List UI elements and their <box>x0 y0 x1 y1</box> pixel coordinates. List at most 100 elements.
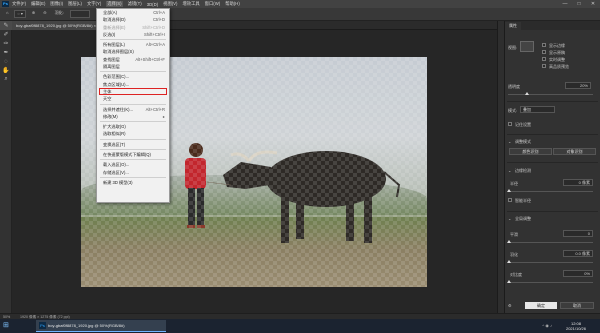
radius-slider-knob[interactable] <box>507 189 511 192</box>
pen-icon[interactable]: ✒ <box>0 48 12 57</box>
maximize-icon[interactable]: □ <box>572 0 586 8</box>
radius-slider[interactable] <box>508 191 593 192</box>
menu-separator <box>100 39 166 41</box>
opacity-input[interactable]: 20% <box>565 82 591 89</box>
smart-radius-checkbox[interactable] <box>508 198 512 202</box>
menu-separator <box>100 176 166 178</box>
menu-item[interactable]: 所有图层(L) Alt+Ctrl+A <box>97 41 169 48</box>
show-edges-checkbox[interactable] <box>542 43 546 47</box>
menu-item[interactable]: 查找图层 Alt+Shift+Ctrl+F <box>97 56 169 63</box>
menu-type[interactable]: 文字(Y) <box>87 1 101 7</box>
settings-icon[interactable]: ⚙ <box>508 303 512 308</box>
minimize-icon[interactable]: — <box>558 0 572 8</box>
menu-3d[interactable]: 3D(D) <box>147 2 158 7</box>
menu-item[interactable]: 取消选择图层(S) <box>97 48 169 55</box>
menu-separator <box>100 149 166 151</box>
document-tab[interactable]: boy-gbaf0f8878_1920.jpg @ 50%(RGB/8#) × <box>12 21 101 30</box>
menu-view[interactable]: 视图(V) <box>163 1 177 7</box>
menu-item-label: 主体 <box>103 88 112 94</box>
refine-mode-header[interactable]: 调整模式 <box>515 139 531 145</box>
menu-item-shortcut: Alt+Ctrl+R <box>145 106 165 112</box>
menu-item[interactable]: 在快速蒙版模式下编辑(Q) <box>97 151 169 158</box>
menu-item[interactable]: 取消选择(D) Ctrl+D <box>97 16 169 23</box>
menu-item-label: 查找图层 <box>103 56 120 62</box>
menu-item[interactable]: 选取相似(R) <box>97 130 169 137</box>
close-icon[interactable]: ✕ <box>586 0 600 8</box>
menu-item[interactable]: 新建 3D 模型(3) <box>97 179 169 186</box>
menu-plugins[interactable]: 增效工具 <box>182 1 199 7</box>
smooth-slider-knob[interactable] <box>507 240 511 243</box>
brush-icon[interactable]: ✐ <box>0 30 12 39</box>
menu-filter[interactable]: 滤镜(T) <box>128 1 142 7</box>
home-icon[interactable]: ⌂ <box>4 10 10 18</box>
menu-layer[interactable]: 图层(L) <box>68 1 82 7</box>
refine-brush-icon[interactable]: ✑ <box>0 39 12 48</box>
system-tray-icons[interactable]: ^ ◉ ♪ <box>542 323 552 328</box>
taskbar-photoshop-item[interactable]: Ps boy-gbaf0f8878_1920.jpg @ 50%(RGB/8#) <box>36 320 166 332</box>
menu-help[interactable]: 帮助(H) <box>225 1 240 7</box>
contrast-slider-knob[interactable] <box>507 280 511 283</box>
remember-setting-checkbox[interactable] <box>508 122 512 126</box>
menu-item[interactable]: 天空 <box>97 95 169 102</box>
opacity-slider-knob[interactable] <box>525 92 529 95</box>
feather-slider-knob[interactable] <box>507 260 511 263</box>
add-to-selection-icon[interactable]: ⊕ <box>30 10 37 18</box>
menu-item[interactable]: 全部(A) Ctrl+A <box>97 9 169 16</box>
canvas-area[interactable] <box>12 30 497 313</box>
feather-slider[interactable] <box>508 262 593 263</box>
windows-taskbar: ⊞ Ps boy-gbaf0f8878_1920.jpg @ 50%(RGB/8… <box>0 319 600 333</box>
chevron-down-icon[interactable]: ⌄ <box>508 216 511 221</box>
object-aware-button[interactable]: 对象识别 <box>553 148 596 155</box>
menu-select[interactable]: 选择(S) <box>106 1 123 7</box>
menu-item[interactable]: 隔离图层 <box>97 63 169 70</box>
quick-selection-brush-icon[interactable]: ✎ <box>0 21 12 30</box>
realtime-checkbox[interactable] <box>542 57 546 61</box>
menu-item-subject-highlighted[interactable]: 主体 <box>99 87 167 96</box>
properties-tab[interactable]: 属性 <box>505 22 521 30</box>
radius-input[interactable]: 0 像素 <box>563 179 593 186</box>
menu-item[interactable]: 选择并遮住(K)... Alt+Ctrl+R <box>97 106 169 113</box>
menu-item[interactable]: 反选(I) Shift+Ctrl+I <box>97 31 169 38</box>
cancel-button[interactable]: 取消 <box>560 302 594 309</box>
menu-edit[interactable]: 编辑(E) <box>31 1 45 7</box>
menu-window[interactable]: 窗口(W) <box>205 1 221 7</box>
realtime-label: 实时调整 <box>549 57 565 62</box>
smooth-slider[interactable] <box>508 242 593 243</box>
smooth-input[interactable]: 0 <box>563 230 593 237</box>
feather-input[interactable] <box>69 10 90 18</box>
high-quality-label: 高品质预览 <box>549 64 569 69</box>
mode-select[interactable]: 叠加 <box>520 106 555 113</box>
menu-item[interactable]: 存储选区(V)... <box>97 169 169 176</box>
menu-item[interactable]: 焦点区域(U)... <box>97 81 169 88</box>
contrast-slider[interactable] <box>508 282 593 283</box>
ok-button[interactable]: 确定 <box>525 302 557 309</box>
zoom-icon[interactable]: ⌕ <box>0 75 12 84</box>
hand-icon[interactable]: ✋ <box>0 66 12 75</box>
taskbar-clock[interactable]: 12:08 2021/10/26 <box>566 321 586 331</box>
feather-input[interactable]: 0.0 像素 <box>563 250 593 257</box>
view-thumbnail[interactable] <box>520 41 534 52</box>
high-quality-checkbox[interactable] <box>542 64 546 68</box>
chevron-down-icon[interactable]: ⌄ <box>508 139 511 144</box>
menu-file[interactable]: 文件(F) <box>12 1 26 7</box>
menu-item[interactable]: 修改(M) ▸ <box>97 113 169 120</box>
windows-start-icon[interactable]: ⊞ <box>3 322 11 330</box>
contrast-input[interactable]: 0% <box>563 270 593 277</box>
chevron-down-icon[interactable]: ⌄ <box>508 168 511 173</box>
subtract-selection-icon[interactable]: ⊖ <box>41 10 48 18</box>
menu-item[interactable]: 重新选择(E) Shift+Ctrl+D <box>97 24 169 31</box>
menu-item[interactable]: 色彩范围(C)... <box>97 73 169 80</box>
menu-image[interactable]: 图像(I) <box>50 1 63 7</box>
menu-item[interactable]: 扩大选取(G) <box>97 123 169 130</box>
show-original-checkbox[interactable] <box>542 50 546 54</box>
lasso-icon[interactable]: ◌ <box>0 57 12 66</box>
menu-item[interactable]: 载入选区(O)... <box>97 161 169 168</box>
tool-preset-icon[interactable]: ◌ ▾ <box>14 10 26 18</box>
smart-radius-label: 智能半径 <box>515 198 531 203</box>
color-aware-button[interactable]: 颜色识别 <box>509 148 552 155</box>
menu-item-label: 隔离图层 <box>103 64 120 70</box>
edge-detection-header[interactable]: 边缘检测 <box>515 168 531 174</box>
global-refine-header[interactable]: 全局调整 <box>515 216 531 222</box>
opacity-slider[interactable] <box>508 94 593 95</box>
menu-item[interactable]: 变换选区(T) <box>97 141 169 148</box>
